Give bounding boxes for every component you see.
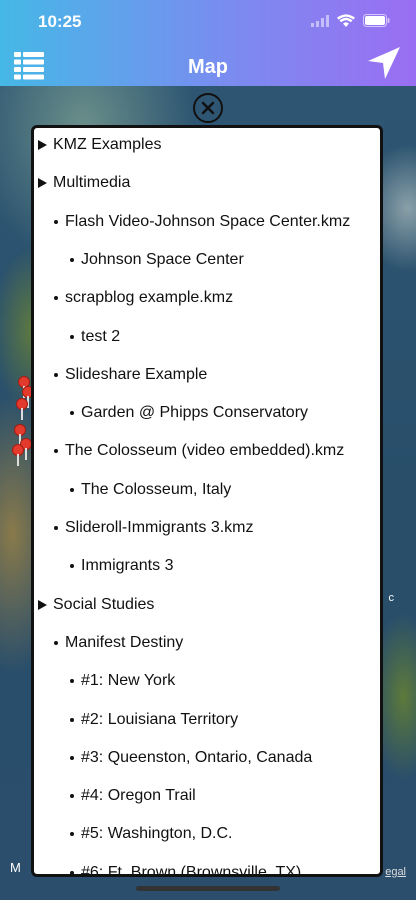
app-header: 10:25 Map [0, 0, 416, 86]
item-label: Johnson Space Center [81, 250, 244, 268]
bullet-icon [54, 640, 58, 645]
legal-link[interactable]: egal [385, 866, 406, 878]
list-item[interactable]: #6: Ft. Brown (Brownsville, TX) [34, 854, 302, 877]
home-indicator [136, 886, 280, 891]
list-item[interactable]: The Colosseum (video embedded).kmz [34, 432, 344, 470]
status-icons [311, 14, 390, 27]
item-label: test 2 [81, 327, 121, 345]
bullet-icon [70, 832, 74, 837]
list-item[interactable]: scrapblog example.kmz [34, 279, 233, 317]
map-label: c [388, 592, 395, 604]
location-arrow-icon [368, 47, 400, 79]
bullet-icon [54, 449, 58, 454]
layers-panel[interactable]: KMZ Examples Multimedia Flash Video-Johnso… [31, 125, 383, 877]
status-time: 10:25 [38, 12, 82, 31]
list-item[interactable]: #2: Louisiana Territory [34, 701, 238, 739]
close-circle-icon [201, 101, 215, 115]
locate-button[interactable] [366, 46, 402, 80]
page-title: Map [188, 56, 228, 78]
bullet-icon [70, 564, 74, 569]
item-label: Garden @ Phipps Conservatory [81, 404, 309, 422]
item-label: #1: New York [81, 672, 176, 690]
item-label: Immigrants 3 [81, 557, 174, 575]
bullet-icon [70, 487, 74, 492]
bullet-icon [54, 219, 58, 224]
item-label: Manifest Destiny [65, 633, 184, 651]
list-item[interactable]: Immigrants 3 [34, 547, 173, 585]
list-item[interactable]: Slideroll-Immigrants 3.kmz [34, 509, 253, 547]
bullet-icon [70, 755, 74, 760]
map-pin[interactable] [12, 444, 24, 466]
item-label: The Colosseum (video embedded).kmz [65, 442, 345, 460]
list-item[interactable]: Flash Video-Johnson Space Center.kmz [34, 203, 350, 241]
item-label: Multimedia [53, 174, 131, 192]
map-pin[interactable] [14, 424, 26, 446]
bullet-icon [54, 296, 58, 301]
item-label: scrapblog example.kmz [65, 289, 234, 307]
bullet-icon [70, 679, 74, 684]
list-item[interactable]: #1: New York [34, 662, 175, 700]
item-label: #3: Queenston, Ontario, Canada [81, 748, 313, 766]
list-item[interactable]: test 2 [34, 318, 120, 356]
item-label: Slideroll-Immigrants 3.kmz [65, 519, 254, 536]
bullet-icon [70, 717, 74, 722]
folder-item[interactable]: Multimedia [34, 164, 130, 202]
item-label: Flash Video-Johnson Space Center.kmz [65, 212, 351, 230]
battery-icon [363, 14, 390, 27]
list-item[interactable]: Manifest Destiny [34, 624, 183, 662]
bullet-icon [70, 794, 74, 799]
item-label: Slideshare Example [65, 365, 208, 383]
bullet-icon [70, 257, 74, 262]
bullet-icon [54, 526, 58, 530]
list-item[interactable]: #4: Oregon Trail [34, 777, 196, 815]
bullet-icon [70, 411, 74, 416]
item-label: Social Studies [53, 595, 155, 613]
expand-triangle-icon [38, 140, 47, 150]
item-label: #2: Louisiana Territory [81, 710, 239, 728]
list-item[interactable]: The Colosseum, Italy [34, 471, 231, 509]
bullet-icon [70, 334, 74, 339]
item-label: #5: Washington, D.C. [81, 825, 233, 843]
map-pin[interactable] [16, 398, 28, 420]
list-item[interactable]: Johnson Space Center [34, 241, 244, 279]
folder-item[interactable]: KMZ Examples [34, 128, 162, 164]
item-label: The Colosseum, Italy [81, 480, 232, 498]
item-label: #6: Ft. Brown (Brownsville, TX) [81, 863, 302, 877]
bullet-icon [54, 372, 58, 377]
item-label: KMZ Examples [53, 136, 162, 153]
list-item[interactable]: #5: Washington, D.C. [34, 815, 232, 853]
signal-icon [311, 14, 329, 27]
list-item[interactable]: Garden @ Phipps Conservatory [34, 394, 308, 432]
list-item[interactable]: #3: Queenston, Ontario, Canada [34, 739, 312, 777]
bullet-icon [70, 870, 74, 874]
close-button[interactable] [193, 93, 223, 123]
folder-item[interactable]: Social Studies [34, 586, 154, 624]
expand-triangle-icon [38, 599, 47, 610]
list-item[interactable]: Slideshare Example [34, 356, 207, 394]
wifi-icon [337, 14, 355, 27]
item-label: #4: Oregon Trail [81, 787, 196, 805]
expand-triangle-icon [38, 178, 47, 189]
maps-logo: M [10, 860, 21, 875]
